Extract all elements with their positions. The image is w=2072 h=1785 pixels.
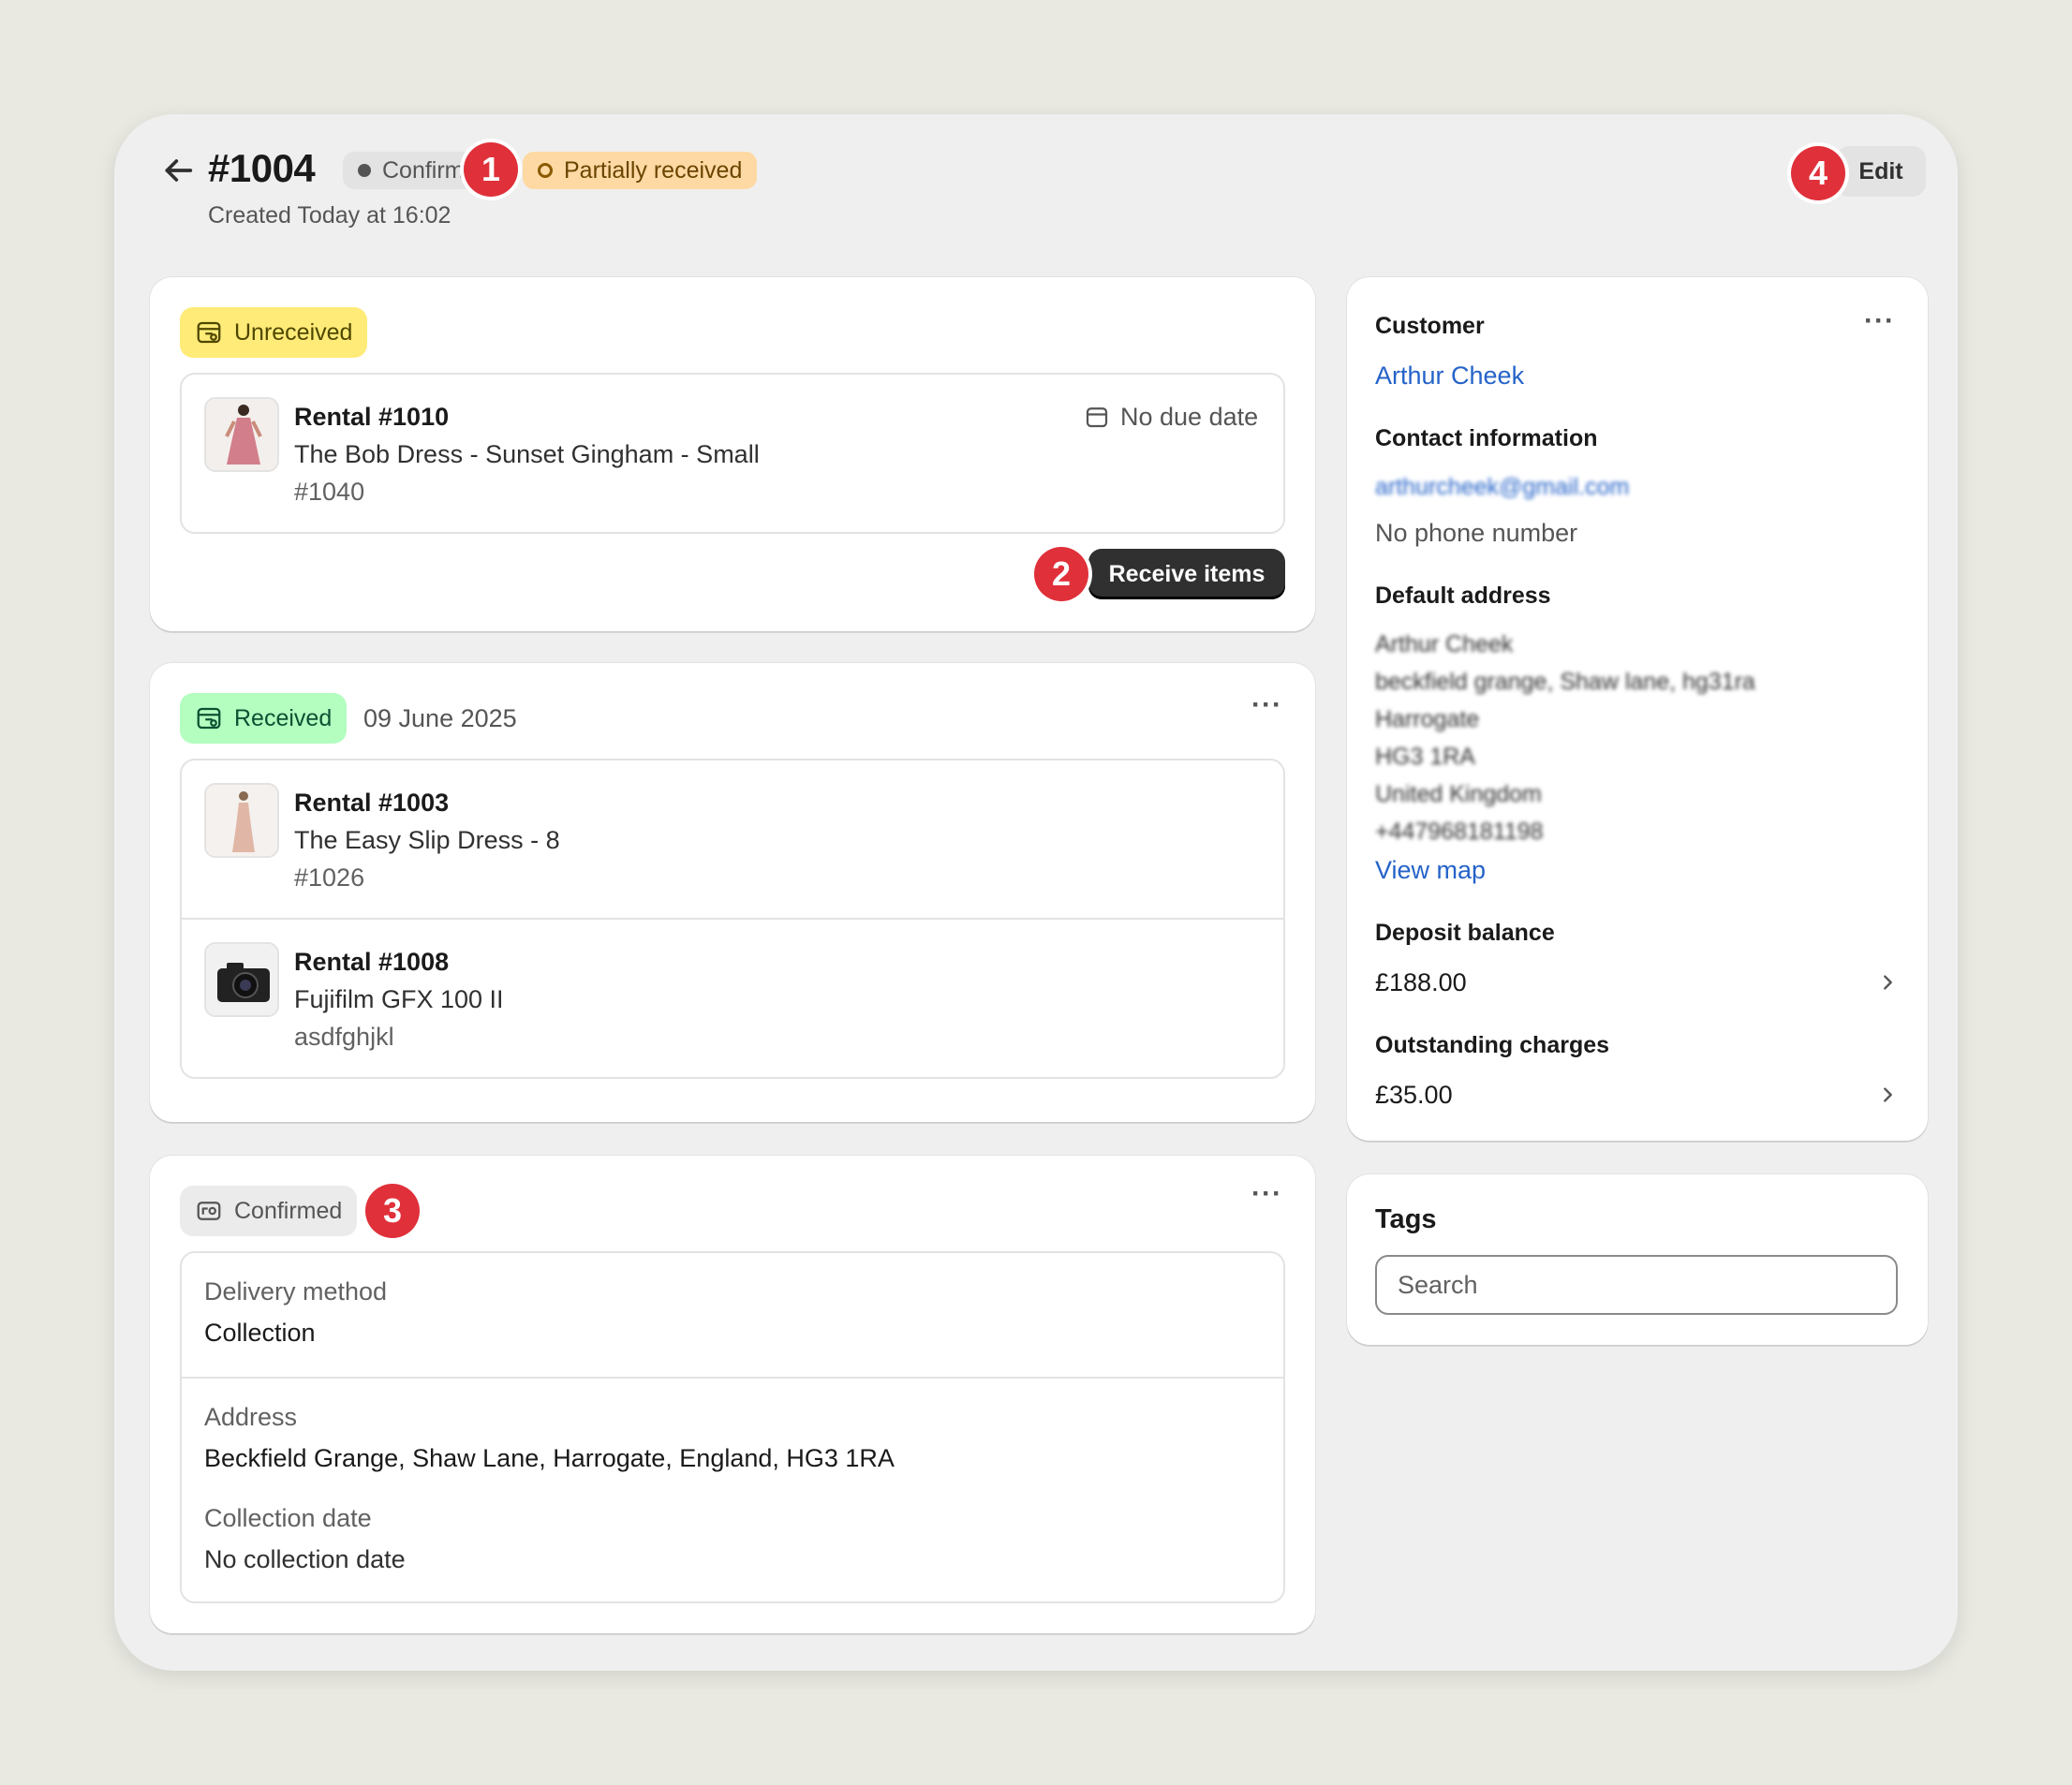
tags-card: Tags — [1347, 1174, 1928, 1345]
product-name: The Bob Dress - Sunset Gingham - Small — [294, 440, 760, 468]
received-items-list: Rental #1003 The Easy Slip Dress - 8 #10… — [180, 759, 1285, 1079]
edit-button[interactable]: Edit — [1836, 146, 1926, 197]
product-ref: asdfghjkl — [294, 1023, 394, 1051]
unreceived-card: Unreceived Rental #1010 The Bob Dress - … — [150, 277, 1315, 631]
product-ref: #1040 — [294, 478, 365, 506]
due-date: No due date — [1120, 403, 1259, 431]
dress-image-icon — [206, 399, 277, 470]
partial-status-icon — [538, 163, 553, 178]
annotation-marker-3: 3 — [365, 1184, 420, 1238]
collection-date-label: Collection date — [204, 1504, 372, 1532]
outstanding-charges-value: £35.00 — [1375, 1081, 1453, 1109]
default-address-heading: Default address — [1375, 583, 1551, 609]
status-badge-confirmed: Confirmed — [180, 1186, 358, 1236]
rental-title: Rental #1008 — [294, 948, 450, 976]
rental-title: Rental #1003 — [294, 789, 450, 817]
more-actions-icon[interactable]: ··· — [1251, 689, 1282, 721]
delivery-details: Delivery method Collection Address Beckf… — [180, 1251, 1285, 1603]
annotation-marker-4: 4 — [1791, 146, 1845, 200]
address-section: Address Beckfield Grange, Shaw Lane, Har… — [182, 1379, 1283, 1601]
address-label: Address — [204, 1403, 298, 1431]
dress-image-icon — [206, 785, 277, 856]
address-line: beckfield grange, Shaw lane, hg31ra — [1375, 669, 1755, 695]
delivery-method-section: Delivery method Collection — [182, 1253, 1283, 1379]
status-badge-received: Received — [180, 693, 348, 744]
list-item[interactable]: Rental #1010 The Bob Dress - Sunset Ging… — [182, 375, 1283, 532]
package-icon — [197, 707, 221, 730]
status-dot-icon — [358, 164, 371, 177]
address-line: +447968181198 — [1375, 819, 1544, 845]
product-thumbnail — [204, 942, 279, 1017]
collection-date-value: No collection date — [204, 1545, 406, 1573]
receive-items-button[interactable]: Receive items — [1088, 549, 1285, 599]
deposit-balance-heading: Deposit balance — [1375, 920, 1555, 946]
deposit-balance-value: £188.00 — [1375, 968, 1467, 996]
tags-heading: Tags — [1375, 1204, 1437, 1234]
product-thumbnail — [204, 397, 279, 472]
calendar-icon — [1086, 407, 1108, 428]
chevron-right-icon[interactable] — [1877, 972, 1898, 993]
delivery-method-value: Collection — [204, 1319, 316, 1347]
address-line: Arthur Cheek — [1375, 631, 1514, 657]
created-timestamp: Created Today at 16:02 — [208, 202, 451, 229]
unreceived-items-list: Rental #1010 The Bob Dress - Sunset Ging… — [180, 373, 1285, 534]
address-value: Beckfield Grange, Shaw Lane, Harrogate, … — [204, 1444, 895, 1472]
outstanding-charges-heading: Outstanding charges — [1375, 1032, 1610, 1058]
back-arrow-icon[interactable] — [159, 152, 197, 189]
address-line: Harrogate — [1375, 706, 1480, 732]
customer-heading: Customer — [1375, 313, 1485, 339]
customer-card: Customer ··· Arthur Cheek Contact inform… — [1347, 277, 1928, 1141]
status-label: Confirmed — [234, 1197, 343, 1224]
chevron-right-icon[interactable] — [1877, 1084, 1898, 1105]
annotation-marker-2: 2 — [1034, 547, 1088, 601]
status-badge-partially-received: Partially received — [523, 152, 758, 189]
tags-search-input[interactable] — [1375, 1255, 1898, 1315]
received-card: Received 09 June 2025 ··· Rental #1003 T… — [150, 663, 1315, 1122]
customer-name-link[interactable]: Arthur Cheek — [1375, 361, 1524, 391]
status-badge-label: Partially received — [564, 156, 743, 184]
more-actions-icon[interactable]: ··· — [1251, 1178, 1282, 1210]
list-item[interactable]: Rental #1003 The Easy Slip Dress - 8 #10… — [182, 760, 1283, 920]
rental-title: Rental #1010 — [294, 403, 450, 431]
package-icon — [197, 321, 221, 344]
status-label: Received — [234, 704, 333, 731]
order-title: #1004 — [208, 146, 316, 190]
more-actions-icon[interactable]: ··· — [1864, 305, 1895, 337]
camera-image-icon — [206, 944, 277, 1015]
product-ref: #1026 — [294, 863, 365, 892]
list-item[interactable]: Rental #1008 Fujifilm GFX 100 II asdfghj… — [182, 920, 1283, 1077]
received-date: 09 June 2025 — [363, 704, 517, 732]
product-name: The Easy Slip Dress - 8 — [294, 826, 560, 854]
customer-phone: No phone number — [1375, 519, 1578, 547]
status-label: Unreceived — [234, 318, 353, 346]
delivery-method-label: Delivery method — [204, 1277, 388, 1306]
address-line: HG3 1RA — [1375, 744, 1475, 770]
status-badge-unreceived: Unreceived — [180, 307, 368, 358]
customer-email-link[interactable]: arthurcheek@gmail.com — [1375, 474, 1629, 501]
delivery-icon — [197, 1202, 221, 1220]
product-thumbnail — [204, 783, 279, 858]
product-name: Fujifilm GFX 100 II — [294, 985, 504, 1013]
contact-info-heading: Contact information — [1375, 425, 1598, 451]
view-map-link[interactable]: View map — [1375, 856, 1486, 885]
confirmed-card: Confirmed 3 ··· Delivery method Collecti… — [150, 1156, 1315, 1633]
address-line: United Kingdom — [1375, 781, 1542, 807]
annotation-marker-1: 1 — [464, 142, 518, 197]
